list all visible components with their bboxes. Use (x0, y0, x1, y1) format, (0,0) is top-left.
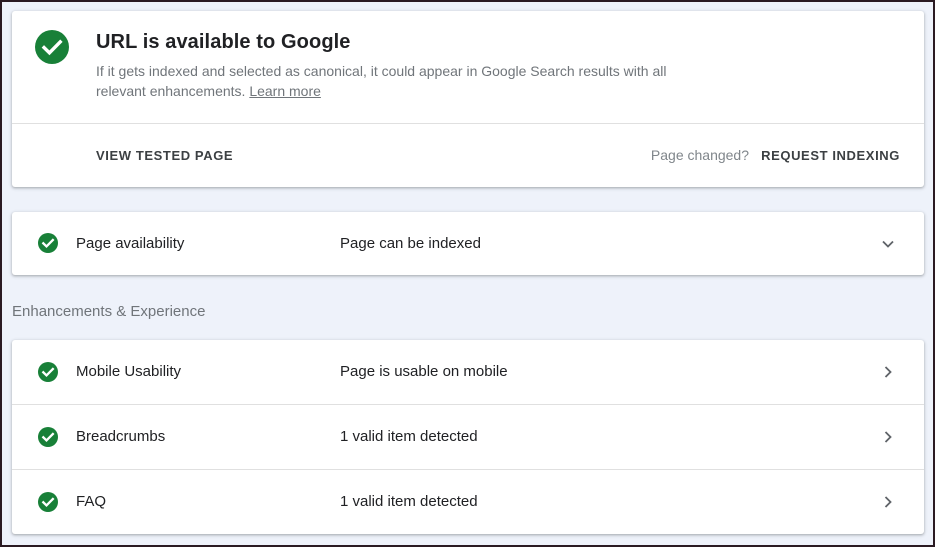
row-label: Page availability (76, 235, 185, 252)
row-status: Page can be indexed (340, 235, 481, 252)
enhancements-section-title: Enhancements & Experience (12, 303, 206, 320)
summary-header: URL is available to Google If it gets in… (12, 11, 924, 124)
enhancement-row-breadcrumbs[interactable]: Breadcrumbs 1 valid item detected (12, 405, 924, 470)
check-circle-icon (35, 30, 69, 64)
page-availability-card: Page availability Page can be indexed (12, 212, 924, 275)
check-circle-icon (38, 233, 58, 253)
page-changed-label: Page changed? (650, 147, 749, 163)
url-inspection-page: { "colors": { "success": "#188038", "tex… (0, 0, 935, 547)
check-circle-icon (38, 492, 58, 512)
enhancement-row-faq[interactable]: FAQ 1 valid item detected (12, 470, 924, 534)
summary-actions: VIEW TESTED PAGE Page changed? REQUEST I… (12, 124, 924, 187)
row-label: Breadcrumbs (76, 428, 166, 445)
enhancement-row-mobile-usability[interactable]: Mobile Usability Page is usable on mobil… (12, 340, 924, 405)
row-label: FAQ (76, 493, 107, 510)
request-indexing-button[interactable]: REQUEST INDEXING (761, 124, 900, 187)
enhancements-card: Mobile Usability Page is usable on mobil… (12, 340, 924, 534)
row-status: Page is usable on mobile (340, 363, 508, 380)
row-status: 1 valid item detected (340, 493, 478, 510)
check-circle-icon (38, 362, 58, 382)
page-availability-row[interactable]: Page availability Page can be indexed (12, 212, 924, 275)
chevron-right-icon[interactable] (880, 364, 896, 380)
chevron-right-icon[interactable] (880, 429, 896, 445)
summary-card: URL is available to Google If it gets in… (12, 11, 924, 187)
chevron-down-icon[interactable] (880, 236, 896, 252)
view-tested-page-button[interactable]: VIEW TESTED PAGE (96, 124, 233, 187)
learn-more-link[interactable]: Learn more (249, 83, 321, 99)
summary-description-text: If it gets indexed and selected as canon… (96, 63, 667, 99)
row-status: 1 valid item detected (340, 428, 478, 445)
summary-description: If it gets indexed and selected as canon… (96, 61, 696, 101)
chevron-right-icon[interactable] (880, 494, 896, 510)
check-circle-icon (38, 427, 58, 447)
row-label: Mobile Usability (76, 363, 182, 380)
summary-title: URL is available to Google (96, 31, 351, 53)
